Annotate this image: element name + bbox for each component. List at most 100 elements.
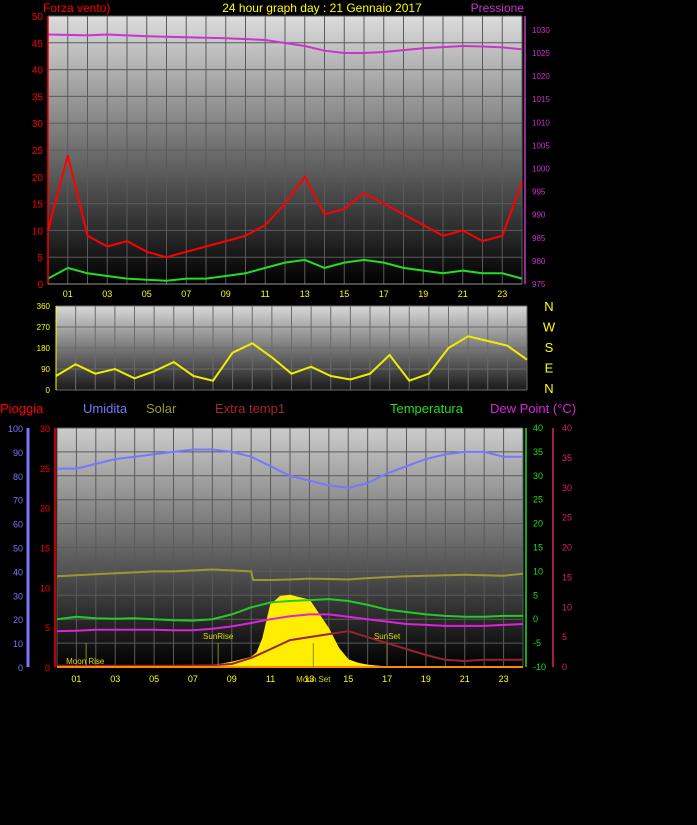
pressure-tick-label: 995 [532, 188, 546, 197]
temperatura-label: Temperatura [390, 401, 464, 416]
temperatura-tick-label: 10 [533, 566, 543, 576]
hour-tick-label: 19 [421, 674, 431, 684]
direction-tick-label: 180 [37, 344, 51, 353]
hour-tick-label: 09 [221, 289, 231, 299]
umidita-tick-label: 50 [13, 544, 23, 554]
hour-tick-label: 15 [339, 289, 349, 299]
wind-tick-label: 0 [37, 280, 43, 291]
wind-tick-label: 50 [32, 12, 44, 23]
hour-tick-label: 13 [300, 289, 310, 299]
pressure-tick-label: 1030 [532, 26, 550, 35]
temperatura-tick-label: -5 [533, 638, 541, 648]
pressure-tick-label: 990 [532, 211, 546, 220]
hour-tick-label: 11 [261, 289, 270, 299]
compass-label: N [544, 299, 553, 314]
extra-temp-label: Extra temp1 [215, 401, 285, 416]
temperatura-tick-label: -10 [533, 662, 546, 672]
temperature-panel: 0102030405060708090100051015202530-10-50… [0, 401, 576, 684]
pioggia-tick-label: 25 [40, 464, 50, 474]
umidita-tick-label: 90 [13, 448, 23, 458]
pioggia-tick-label: 15 [40, 544, 50, 554]
hour-tick-label: 09 [227, 674, 237, 684]
direction-tick-label: 0 [46, 386, 51, 395]
hour-tick-label: 17 [382, 674, 392, 684]
hour-tick-label: 15 [343, 674, 353, 684]
pressure-tick-label: 1015 [532, 95, 550, 104]
wind-tick-label: 25 [32, 146, 44, 157]
hour-tick-label: 01 [63, 289, 73, 299]
hour-tick-label: 21 [460, 674, 470, 684]
wind-direction-panel: 090180270360 NWSEN [37, 299, 556, 396]
hour-tick-label: 21 [458, 289, 468, 299]
compass-label: E [545, 361, 554, 376]
umidita-tick-label: 30 [13, 591, 23, 601]
direction-tick-label: 270 [37, 323, 51, 332]
temperatura-tick-label: 40 [533, 423, 543, 433]
event-label-moon-rise: Moon Rise [66, 657, 105, 666]
umidita-tick-label: 70 [13, 496, 23, 506]
temperatura-tick-label: 20 [533, 519, 543, 529]
pioggia-tick-label: 0 [45, 663, 50, 673]
direction-tick-label: 360 [37, 302, 51, 311]
wind-tick-label: 5 [37, 253, 43, 264]
hour-tick-label: 23 [499, 674, 509, 684]
weather-charts: 0510152025303540455097598098599099510001… [0, 1, 576, 684]
temperatura-tick-label: 5 [533, 590, 538, 600]
umidita-tick-label: 80 [13, 472, 23, 482]
compass-label: N [544, 381, 553, 396]
pressure-tick-label: 1025 [532, 49, 550, 58]
umidita-tick-label: 60 [13, 520, 23, 530]
solar-label: Solar [146, 401, 177, 416]
pioggia-tick-label: 20 [40, 504, 50, 514]
wind-tick-label: 30 [32, 119, 44, 130]
pioggia-tick-label: 10 [40, 583, 50, 593]
compass-label: S [545, 340, 554, 355]
hour-tick-label: 17 [379, 289, 389, 299]
extra-temp-tick-label: 25 [562, 513, 572, 523]
wind-tick-label: 15 [32, 200, 44, 211]
temperatura-tick-label: 0 [533, 614, 538, 624]
extra-temp-tick-label: 40 [562, 423, 572, 433]
chart-title: 24 hour graph day : 21 Gennaio 2017 [222, 1, 422, 15]
wind-tick-label: 20 [32, 173, 44, 184]
pressure-tick-label: 1005 [532, 141, 550, 150]
event-label-sunrise: SunRise [203, 632, 234, 641]
extra-temp-tick-label: 5 [562, 632, 567, 642]
compass-label: W [543, 320, 556, 335]
umidita-label: Umidita [83, 401, 128, 416]
pressure-axis-label: Pressione [471, 1, 525, 15]
extra-temp-tick-label: 15 [562, 572, 572, 582]
umidita-tick-label: 10 [13, 639, 23, 649]
hour-tick-label: 07 [181, 289, 191, 299]
wind-tick-label: 10 [32, 226, 44, 237]
pressure-tick-label: 980 [532, 257, 546, 266]
pressure-tick-label: 1000 [532, 164, 550, 173]
pioggia-tick-label: 30 [40, 424, 50, 434]
pioggia-label: Pioggia [0, 401, 44, 416]
wind-tick-label: 40 [32, 66, 44, 77]
wind-tick-label: 45 [32, 39, 44, 50]
hour-tick-label: 07 [188, 674, 198, 684]
wind-tick-label: 35 [32, 92, 44, 103]
hour-tick-label: 03 [102, 289, 112, 299]
extra-temp-tick-label: 0 [562, 662, 567, 672]
umidita-tick-label: 0 [18, 663, 23, 673]
extra-temp-tick-label: 30 [562, 483, 572, 493]
hour-tick-label: 23 [497, 289, 507, 299]
umidita-tick-label: 100 [8, 424, 23, 434]
temperatura-tick-label: 25 [533, 495, 543, 505]
pioggia-tick-label: 5 [45, 623, 50, 633]
hour-tick-label: 05 [142, 289, 152, 299]
event-label-moon-set: Moon Set [296, 675, 331, 684]
temperatura-tick-label: 35 [533, 447, 543, 457]
hour-tick-label: 19 [418, 289, 428, 299]
dew-point-label: Dew Point (°C) [490, 401, 576, 416]
pressure-tick-label: 985 [532, 234, 546, 243]
event-label-sunset: SunSet [374, 632, 401, 641]
wind-pressure-panel: 0510152025303540455097598098599099510001… [32, 1, 550, 299]
direction-tick-label: 90 [41, 365, 50, 374]
hour-tick-label: 11 [266, 674, 275, 684]
umidita-tick-label: 40 [13, 567, 23, 577]
hour-tick-label: 05 [149, 674, 159, 684]
umidita-tick-label: 20 [13, 615, 23, 625]
